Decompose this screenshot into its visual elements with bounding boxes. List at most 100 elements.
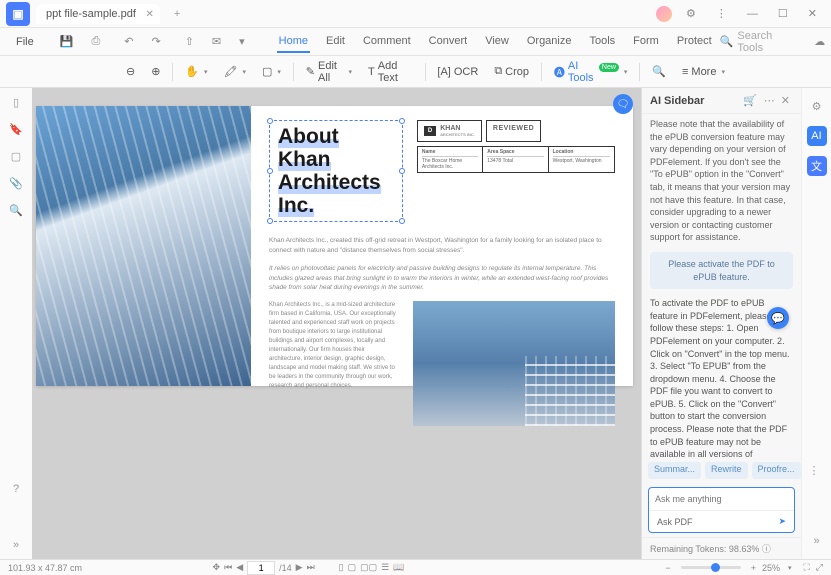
kebab-icon[interactable]: ⋮ [710,3,733,24]
ai-sidebar: AI Sidebar 🛒 ⋯ ✕ Please note that the av… [641,88,801,559]
hero-image [36,106,251,386]
help-icon[interactable]: ? [13,483,19,495]
reviewed-badge: REVIEWED [486,120,541,142]
close-window-button[interactable]: ✕ [802,3,823,24]
print-icon[interactable]: ⎙ [85,33,106,50]
ai-icon[interactable]: AI [807,126,827,146]
tab-home[interactable]: Home [277,31,310,53]
search-button[interactable]: 🔍 [646,62,672,81]
right-rail: ⚙ AI 文 » [801,88,831,559]
search-icon: 🔍 [720,35,734,48]
next-page-icon[interactable]: ▶ [296,562,303,573]
statusbar: 101.93 x 47.87 cm ✥ ⏮ ◀ /14 ▶ ⏭ ▯ ▢ ▢▢ ☰… [0,559,831,575]
send-icon[interactable]: ➤ [778,516,786,527]
cursor-coords: 101.93 x 47.87 cm [8,563,82,573]
ai-input[interactable] [649,488,794,510]
page-icon[interactable]: ▯ [13,96,19,109]
new-tab-button[interactable]: + [168,6,186,22]
crop-button[interactable]: ⧉ Crop [488,62,535,81]
maximize-button[interactable]: ☐ [772,3,794,24]
titlebar: ▣ ppt file-sample.pdf ✕ + ⚙ ⋮ — ☐ ✕ [0,0,831,28]
cart-icon[interactable]: 🛒 [739,94,761,107]
chip-more-icon[interactable]: ⋮ [805,462,824,479]
ai-float-button[interactable]: 🗨 [613,94,633,114]
add-text-button[interactable]: T Add Text [362,57,419,87]
ask-pdf-label[interactable]: Ask PDF [657,517,693,527]
save-icon[interactable]: 💾 [54,33,80,50]
fullscreen-icon[interactable]: ⤢ [816,562,823,573]
tab-comment[interactable]: Comment [361,31,413,53]
zoom-out-button[interactable]: ⊖ [120,62,141,81]
chevron-right-icon[interactable]: » [13,539,19,551]
settings-icon[interactable]: ⚙ [807,96,827,116]
last-page-icon[interactable]: ⏭ [307,562,315,573]
document-canvas[interactable]: 🗨 About Khan Architects Inc. D [32,88,641,559]
first-page-icon[interactable]: ⏮ [224,562,232,573]
tab-tools[interactable]: Tools [587,31,617,53]
share-icon[interactable]: ⇧ [179,33,200,50]
zoom-in-button[interactable]: ⊕ [145,62,166,81]
tab-convert[interactable]: Convert [427,31,470,53]
sidebar-menu-icon[interactable]: ⋯ [761,94,778,107]
highlighter-tool[interactable]: 🖍▾ [218,62,252,81]
move-icon[interactable]: ✥ [213,562,221,573]
undo-icon[interactable]: ↶ [118,33,139,50]
minimize-button[interactable]: — [741,4,764,24]
thumbnail-icon[interactable]: ▢ [11,150,21,163]
mail-icon[interactable]: ✉ [206,33,227,50]
secondary-image [413,301,615,426]
paragraph-3: Khan Architects Inc., is a mid-sized arc… [269,301,399,426]
brand-logo: D KHAN ARCHITECTS INC. [417,120,482,142]
sidebar-title: AI Sidebar [650,95,739,107]
text-selection-box[interactable]: About Khan Architects Inc. [269,120,403,222]
view-continuous-icon[interactable]: ▢ [348,562,357,573]
chip-proofread[interactable]: Proofre... [752,462,801,479]
redo-icon[interactable]: ↷ [145,33,166,50]
expand-rail-icon[interactable]: » [807,531,827,551]
ai-tools-button[interactable]: 🅐 AI ToolsNew▾ [548,57,634,87]
meta-table: NameThe Boxcar Home Architects Inc. Area… [417,146,615,173]
tab-label: ppt file-sample.pdf [46,8,136,20]
sidebar-close-icon[interactable]: ✕ [778,94,793,107]
document-tab[interactable]: ppt file-sample.pdf ✕ [36,4,160,24]
ai-note: Please note that the availability of the… [650,118,793,244]
shape-tool[interactable]: ▢▾ [256,62,287,81]
close-icon[interactable]: ✕ [146,9,154,20]
bookmark-icon[interactable]: 🔖 [9,123,23,136]
gift-icon[interactable]: ⚙ [680,3,702,24]
tab-protect[interactable]: Protect [675,31,714,53]
view-single-icon[interactable]: ▯ [339,562,344,573]
prev-page-icon[interactable]: ◀ [236,562,243,573]
ai-chat-bubble[interactable]: 💬 [767,307,789,329]
zoom-slider[interactable] [681,566,741,569]
page-input[interactable] [247,561,275,575]
attachment-icon[interactable]: 📎 [9,177,23,190]
main-menu: File 💾 ⎙ ↶ ↷ ⇧ ✉ ▾ Home Edit Comment Con… [0,28,831,56]
chip-summarize[interactable]: Summar... [648,462,701,479]
dropdown-icon[interactable]: ▾ [233,33,251,50]
fit-icon[interactable]: ⛶ [803,562,809,573]
tab-edit[interactable]: Edit [324,31,347,53]
left-sidebar: ▯ 🔖 ▢ 📎 🔍 ? » [0,88,32,559]
paragraph-1: Khan Architects Inc., created this off-g… [269,236,615,256]
translate-icon[interactable]: 文 [807,156,827,176]
zoom-out-icon[interactable]: − [665,563,670,573]
view-scroll-icon[interactable]: ☰ [381,562,389,573]
hand-tool[interactable]: ✋▾ [179,62,213,81]
ocr-button[interactable]: [A] OCR [431,63,484,81]
file-menu[interactable]: File [8,34,42,50]
headline-2: Architects Inc. [278,171,381,217]
edit-all-button[interactable]: ✎ Edit All▾ [300,57,358,87]
tab-organize[interactable]: Organize [525,31,574,53]
tab-form[interactable]: Form [631,31,661,53]
tab-view[interactable]: View [483,31,511,53]
zoom-in-icon[interactable]: + [751,563,756,573]
account-avatar[interactable] [656,6,672,22]
search-tools[interactable]: 🔍 Search Tools [720,30,803,54]
chip-rewrite[interactable]: Rewrite [705,462,748,479]
view-two-icon[interactable]: ▢▢ [360,562,377,573]
cloud-icon[interactable]: ☁ [808,33,831,50]
read-mode-icon[interactable]: 📖 [393,562,404,573]
find-icon[interactable]: 🔍 [9,204,23,217]
more-button[interactable]: ≡ More▾ [676,63,731,81]
